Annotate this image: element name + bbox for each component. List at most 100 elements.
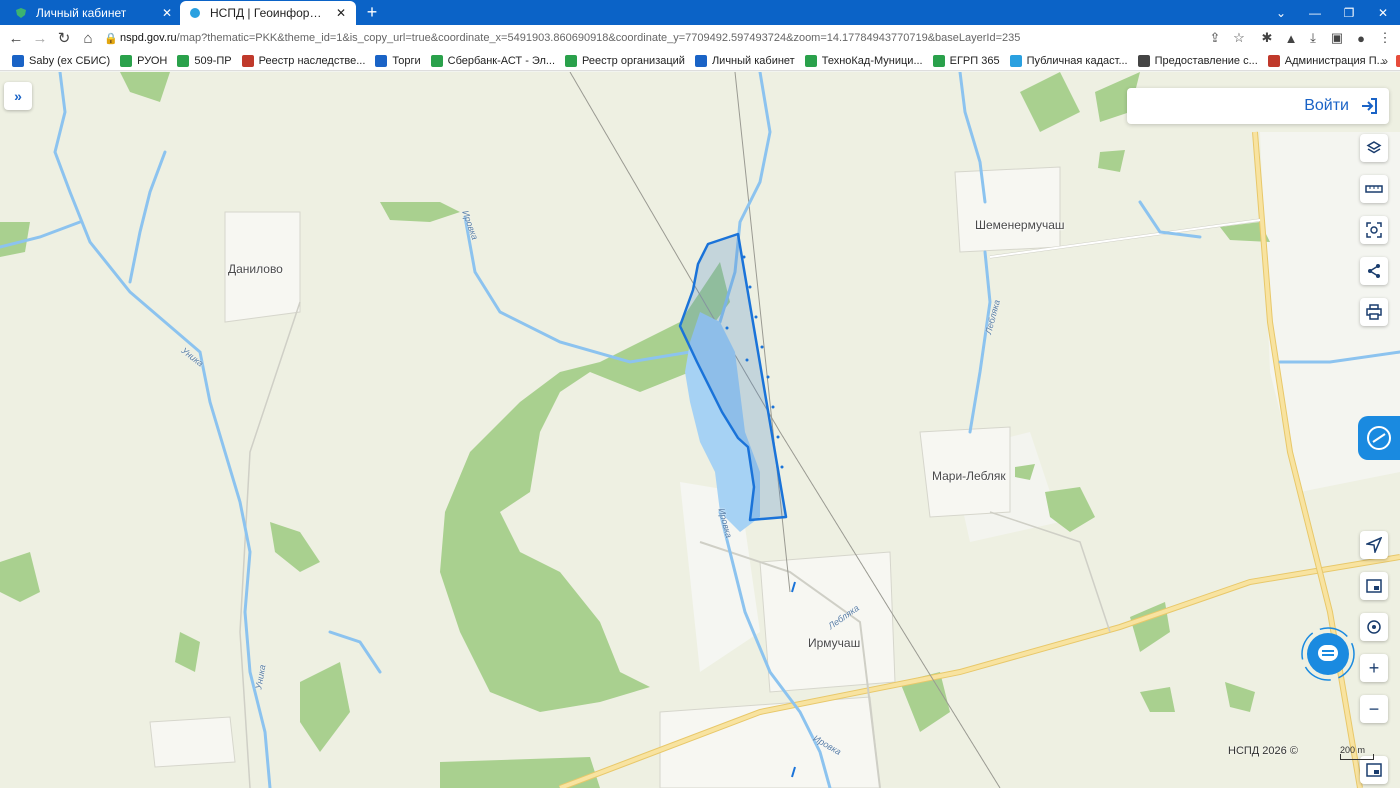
bookmark-label: Публичная кадаст... [1026,54,1128,67]
url-host: nspd.gov.ru [120,32,177,44]
zoom-in-button[interactable]: + [1360,654,1388,682]
browser-tab-strip: Личный кабинет ✕ НСПД | Геоинформационны… [0,0,1400,25]
bookmark-item[interactable]: Реестр наследстве... [238,51,372,70]
login-panel: Войти [1127,88,1389,124]
bookmark-icon [12,54,24,67]
bookmark-item[interactable]: Личный кабинет [691,51,801,70]
bookmark-icon [1137,54,1150,67]
ruler-icon [1365,185,1383,193]
expand-sidebar-button[interactable]: » [4,82,32,110]
tab-lichny-kabinet[interactable]: Личный кабинет ✕ [6,0,182,25]
bookmark-icon [565,54,578,67]
bookmark-label: Торги [392,54,421,67]
login-icon[interactable] [1359,96,1379,116]
bookmark-icon [177,54,190,67]
globe-icon [188,6,202,20]
lock-icon: 🔒 [104,32,118,45]
menu-icon[interactable]: ⋮ [1374,27,1396,49]
close-window-button[interactable]: ✕ [1366,0,1400,25]
bookmark-item[interactable]: Предоставление с... [1134,51,1264,70]
bookmarks-more-button[interactable]: » [1381,51,1388,71]
bookmark-item[interactable]: Яндекс [1392,51,1400,70]
bookmark-icon [430,54,443,67]
bookmark-item[interactable]: Торги [371,51,426,70]
chat-button[interactable] [1300,626,1356,682]
login-button[interactable]: Войти [1304,97,1349,115]
measure-button[interactable] [1360,175,1388,203]
url-text: nspd.gov.ru/map?thematic=PKK&theme_id=1&… [120,32,1020,44]
bookmark-label: РУОН [137,54,168,67]
tab-nspd[interactable]: НСПД | Геоинформационный п ✕ [180,1,356,25]
bookmark-icon [1009,54,1022,67]
bookmark-item[interactable]: ТехноКад-Муници... [801,51,929,70]
maximize-button[interactable]: ❐ [1332,0,1366,25]
bookmark-item[interactable]: Saby (ex СБИС) [8,51,116,70]
place-label: Данилово [228,262,283,276]
bookmark-item[interactable]: ЕГРП 365 [929,51,1006,70]
place-label: Шеменермучаш [975,218,1065,232]
bookmark-label: Администрация П... [1284,54,1386,67]
close-icon[interactable]: ✕ [334,6,348,20]
printer-icon [1366,304,1382,320]
star-icon[interactable]: ☆ [1228,27,1250,49]
search-location-button[interactable] [1360,613,1388,641]
download-icon[interactable]: ⤓ [1302,27,1324,49]
feedback-tab[interactable] [1358,416,1400,460]
bookmarks-bar: Saby (ex СБИС) РУОН 509-ПР Реестр наследств… [0,51,1400,71]
bookmark-item[interactable]: РУОН [116,51,173,70]
bookmark-label: ЕГРП 365 [949,54,1000,67]
bookmark-item[interactable]: 509-ПР [173,51,237,70]
bookmark-item[interactable]: Администрация П... [1264,51,1392,70]
select-area-button[interactable] [1360,216,1388,244]
forward-arrow-icon[interactable]: → [28,26,52,50]
picture-in-picture-icon [1366,579,1382,593]
new-tab-button[interactable]: + [362,2,382,22]
home-icon[interactable]: ⌂ [76,26,100,50]
bookmark-icon [120,54,133,67]
print-button[interactable] [1360,298,1388,326]
navigation-arrow-icon [1366,537,1382,553]
area-search-icon [1366,222,1382,238]
bookmark-icon [804,54,817,67]
place-label: Ирмучаш [808,636,861,650]
feedback-icon [1367,426,1391,450]
bookmark-item[interactable]: Сбербанк-АСТ - Эл... [427,51,561,70]
bookmark-item[interactable]: Публичная кадаст... [1006,51,1134,70]
chevron-down-icon[interactable]: ⌄ [1264,0,1298,25]
url-path: /map?thematic=PKK&theme_id=1&is_copy_url… [176,32,1021,44]
minimap-button[interactable] [1360,572,1388,600]
extensions-icon[interactable]: ✱ [1256,27,1278,49]
bookmark-label: Личный кабинет [711,54,795,67]
bookmark-label: 509-ПР [194,54,232,67]
reload-icon[interactable]: ↻ [52,26,76,50]
bookmark-label: ТехноКад-Муници... [821,54,923,67]
basemap-switch-button[interactable] [1360,756,1388,784]
bookmark-icon [1395,54,1400,67]
close-icon[interactable]: ✕ [160,6,174,20]
profile-avatar[interactable]: ● [1350,27,1372,49]
flask-icon[interactable]: ▲ [1280,27,1302,49]
share-map-button[interactable] [1360,257,1388,285]
geolocate-button[interactable] [1360,531,1388,559]
layers-button[interactable] [1360,134,1388,162]
place-label: Мари-Лебляк [932,469,1006,483]
bookmark-label: Saby (ex СБИС) [29,54,111,67]
bookmark-item[interactable]: Реестр организаций [561,51,691,70]
basemap-icon [1366,763,1382,777]
map-view[interactable]: Данилово Шеменермучаш Мари-Лебляк Ирмуча… [0,72,1400,788]
map-canvas[interactable] [0,72,1400,788]
minimize-button[interactable]: — [1298,0,1332,25]
bookmark-icon [1267,54,1280,67]
bookmark-icon [932,54,945,67]
tab-title: НСПД | Геоинформационный п [210,6,326,20]
bookmark-icon [694,54,707,67]
location-search-icon [1367,620,1381,634]
shield-icon [14,6,28,20]
sidepanel-icon[interactable]: ▣ [1326,27,1348,49]
share-icon[interactable]: ⇪ [1204,27,1226,49]
zoom-out-button[interactable]: − [1360,695,1388,723]
bookmark-label: Реестр наследстве... [258,54,366,67]
back-arrow-icon[interactable]: ← [4,26,28,50]
url-field[interactable]: 🔒 nspd.gov.ru/map?thematic=PKK&theme_id=… [104,27,1254,49]
map-attribution: НСПД 2026 © [1228,745,1298,757]
